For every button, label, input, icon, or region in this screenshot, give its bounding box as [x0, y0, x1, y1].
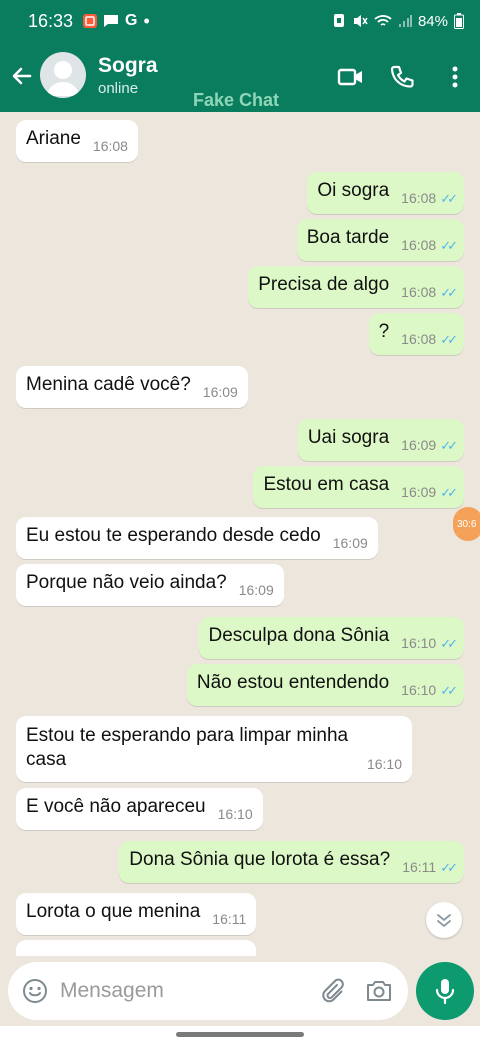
message-outgoing[interactable]: Dona Sônia que lorota é essa? 16:11 ✓✓ — [119, 841, 464, 883]
message-text: Menina cadê você? — [26, 374, 191, 395]
chat-area[interactable]: Ariane 16:08 Oi sogra 16:08 ✓✓ Boa tarde 16:… — [0, 112, 480, 956]
message-outgoing[interactable]: Uai sogra 16:09 ✓✓ — [297, 419, 464, 461]
message-outgoing[interactable]: Estou em casa 16:09 ✓✓ — [253, 466, 464, 508]
message-time: 16:10 — [217, 806, 253, 822]
google-notification-icon: G — [125, 12, 138, 29]
message-text: Eu estou te esperando desde cedo — [26, 525, 321, 546]
message-time: 16:09 — [401, 484, 437, 500]
message-text: Porque não veio ainda? — [26, 572, 227, 593]
message-time: 16:09 — [332, 535, 368, 551]
read-ticks-icon: ✓✓ — [440, 860, 458, 875]
message-incoming[interactable]: Lorota o que menina 16:11 — [16, 893, 257, 935]
message-text: Precisa de algo — [258, 274, 390, 295]
read-ticks-icon: ✓✓ — [440, 332, 458, 347]
message-time: 16:09 — [238, 582, 274, 598]
status-time: 16:33 — [28, 10, 74, 31]
battery-icon — [454, 13, 464, 29]
read-ticks-icon: ✓✓ — [440, 285, 458, 300]
partial-message — [16, 940, 256, 956]
message-incoming[interactable]: Ariane 16:08 — [16, 120, 138, 162]
read-ticks-icon: ✓✓ — [440, 636, 458, 651]
message-text: Estou te esperando para limpar minha cas… — [26, 725, 349, 770]
signal-icon — [398, 15, 412, 27]
emoji-icon[interactable] — [22, 978, 48, 1004]
message-outgoing[interactable]: Não estou entendendo 16:10 ✓✓ — [186, 664, 464, 706]
system-nav-bar — [0, 1026, 480, 1046]
message-text: Uai sogra — [307, 427, 390, 448]
floating-badge[interactable]: 30:6 — [453, 507, 480, 541]
message-time: 16:08 — [401, 331, 437, 347]
wifi-icon — [374, 15, 392, 26]
message-notification-icon — [103, 14, 119, 28]
message-outgoing[interactable]: ? 16:08 ✓✓ — [368, 313, 464, 355]
message-time: 16:08 — [92, 138, 128, 154]
microphone-button[interactable] — [416, 962, 474, 1020]
message-time: 16:11 — [402, 859, 437, 875]
message-outgoing[interactable]: Oi sogra 16:08 ✓✓ — [307, 172, 464, 214]
paperclip-icon[interactable] — [320, 978, 346, 1004]
read-ticks-icon: ✓✓ — [440, 683, 458, 698]
message-incoming[interactable]: Porque não veio ainda? 16:09 — [16, 564, 284, 606]
message-input-container[interactable]: Mensagem — [8, 962, 408, 1020]
avatar[interactable] — [40, 52, 86, 98]
watermark-text: Fake Chat — [193, 90, 280, 110]
composer-bar: Mensagem — [0, 956, 480, 1026]
message-text: Lorota o que menina — [26, 901, 201, 922]
status-bar: 16:33 G • 84% — [0, 0, 480, 42]
message-text: Ariane — [26, 128, 81, 149]
microphone-icon — [435, 979, 455, 1005]
message-time: 16:11 — [212, 911, 247, 927]
message-outgoing[interactable]: Desculpa dona Sônia 16:10 ✓✓ — [198, 617, 464, 659]
message-text: Não estou entendendo — [196, 672, 390, 693]
message-time: 16:08 — [401, 190, 437, 206]
message-text: Boa tarde — [306, 227, 390, 248]
battery-percent: 84% — [417, 12, 448, 30]
message-time: 16:08 — [401, 237, 437, 253]
chat-header: Sogra online Fake Chat — [0, 42, 480, 112]
back-arrow-icon[interactable] — [8, 62, 36, 90]
message-time: 16:09 — [401, 437, 437, 453]
read-ticks-icon: ✓✓ — [440, 191, 458, 206]
status-right: 84% — [332, 13, 464, 30]
read-ticks-icon: ✓✓ — [440, 485, 458, 500]
message-incoming[interactable]: Estou te esperando para limpar minha cas… — [16, 716, 412, 782]
contact-status: online — [98, 80, 139, 97]
message-time: 16:10 — [401, 682, 437, 698]
contact-name[interactable]: Sogra — [98, 54, 158, 78]
message-time: 16:09 — [202, 384, 238, 400]
message-input[interactable]: Mensagem — [60, 979, 164, 1003]
notification-app-icon — [83, 14, 98, 28]
camera-icon[interactable] — [365, 978, 393, 1004]
video-call-icon[interactable] — [336, 62, 366, 92]
message-time: 16:10 — [401, 635, 437, 651]
chevron-double-down-icon — [437, 914, 451, 928]
mute-icon — [353, 15, 368, 27]
message-text: Desculpa dona Sônia — [208, 625, 390, 646]
scroll-down-button[interactable] — [426, 902, 462, 938]
message-incoming[interactable]: Eu estou te esperando desde cedo 16:09 — [16, 517, 378, 559]
more-options-icon[interactable] — [440, 62, 470, 92]
message-incoming[interactable]: E você não apareceu 16:10 — [16, 788, 263, 830]
message-outgoing[interactable]: Precisa de algo 16:08 ✓✓ — [248, 266, 464, 308]
more-notifications-dot: • — [143, 10, 150, 31]
message-text: Dona Sônia que lorota é essa? — [129, 849, 391, 870]
read-ticks-icon: ✓✓ — [440, 238, 458, 253]
home-gesture-handle[interactable] — [176, 1032, 304, 1037]
alarm-icon — [333, 14, 344, 27]
message-time: 16:10 — [366, 756, 402, 772]
message-outgoing[interactable]: Boa tarde 16:08 ✓✓ — [296, 219, 464, 261]
message-incoming[interactable]: Menina cadê você? 16:09 — [16, 366, 248, 408]
message-text: Estou em casa — [263, 474, 390, 495]
voice-call-icon[interactable] — [387, 62, 417, 92]
message-text: ? — [378, 321, 390, 342]
message-time: 16:08 — [401, 284, 437, 300]
message-text: E você não apareceu — [26, 796, 206, 817]
read-ticks-icon: ✓✓ — [440, 438, 458, 453]
message-text: Oi sogra — [317, 180, 390, 201]
